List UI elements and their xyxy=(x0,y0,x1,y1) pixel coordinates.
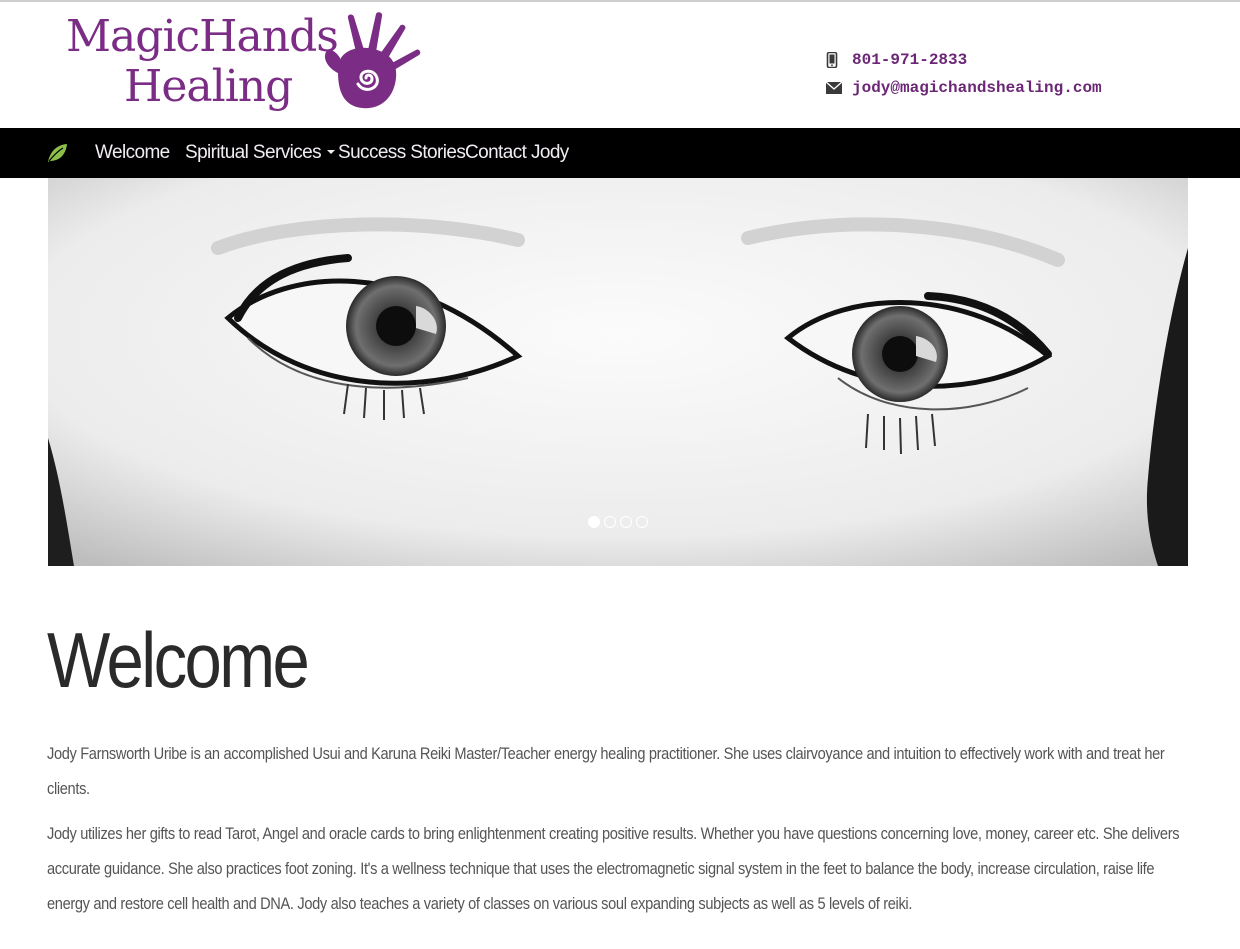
site-header: MagicHands Healing 801-971-2833 jody@mag… xyxy=(0,2,1240,128)
mobile-phone-icon xyxy=(826,52,852,68)
nav-item-spiritual-services[interactable]: Spiritual Services xyxy=(185,128,335,178)
logo-wordmark: MagicHands Healing xyxy=(66,11,339,112)
envelope-icon xyxy=(826,82,852,94)
nav-item-success-stories[interactable]: Success Stories xyxy=(338,128,466,178)
carousel-indicators xyxy=(588,516,648,528)
nav-item-welcome[interactable]: Welcome xyxy=(95,128,170,178)
carousel-indicator-1[interactable] xyxy=(588,516,600,528)
leaf-icon[interactable] xyxy=(46,142,68,164)
logo-line2: Healing xyxy=(124,61,293,112)
spiral-hand-logo-icon xyxy=(324,12,421,109)
intro-paragraph: Jody Farnsworth Uribe is an accomplished… xyxy=(47,744,1165,798)
phone-number[interactable]: 801-971-2833 xyxy=(852,51,967,69)
hero-carousel[interactable] xyxy=(48,178,1188,566)
hero-eyes-image xyxy=(48,178,1188,566)
contact-email[interactable]: jody@magichandshealing.com xyxy=(826,74,1146,102)
page-title: Welcome xyxy=(47,616,310,704)
nav-item-label: Spiritual Services xyxy=(185,142,322,163)
contact-phone[interactable]: 801-971-2833 xyxy=(826,46,1146,74)
main-content: Welcome Jody Farnsworth Uribe is an acco… xyxy=(47,612,1187,921)
site-logo[interactable]: MagicHands Healing xyxy=(66,12,436,124)
contact-info: 801-971-2833 jody@magichandshealing.com xyxy=(826,46,1146,102)
email-address[interactable]: jody@magichandshealing.com xyxy=(852,79,1102,97)
main-navbar: Welcome Spiritual Services Success Stori… xyxy=(0,128,1240,178)
carousel-indicator-4[interactable] xyxy=(636,516,648,528)
caret-down-icon xyxy=(326,149,335,154)
nav-item-contact-jody[interactable]: Contact Jody xyxy=(465,128,569,178)
services-paragraph: Jody utilizes her gifts to read Tarot, A… xyxy=(47,824,1180,913)
logo-line1: MagicHands xyxy=(66,11,339,62)
carousel-indicator-3[interactable] xyxy=(620,516,632,528)
carousel-indicator-2[interactable] xyxy=(604,516,616,528)
